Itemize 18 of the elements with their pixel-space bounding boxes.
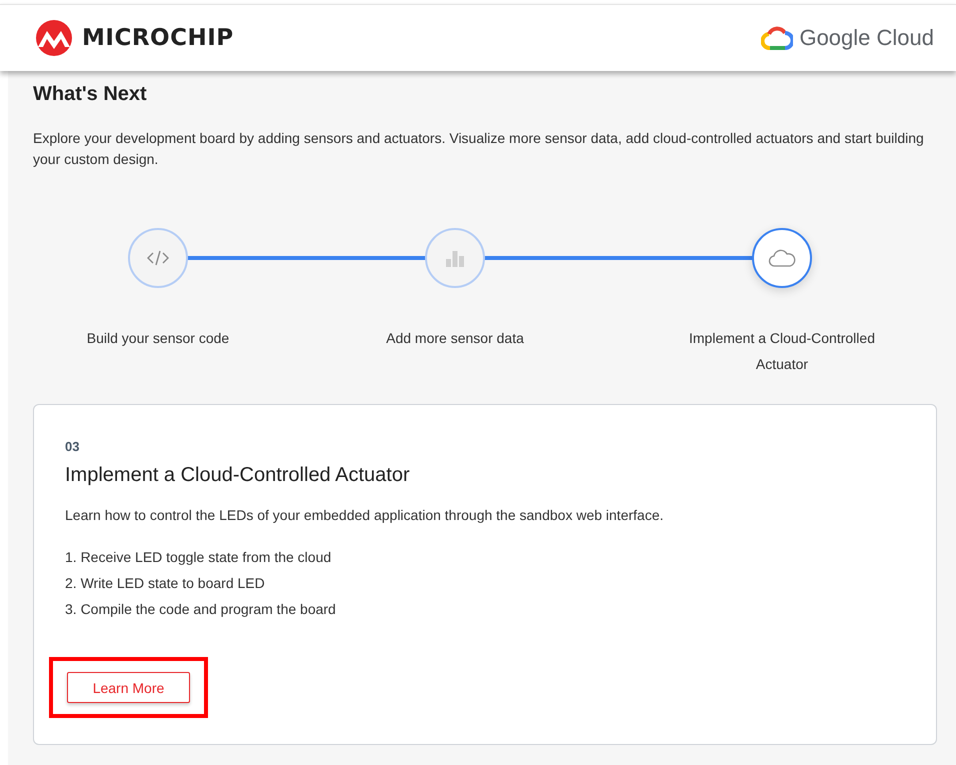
card-title: Implement a Cloud-Controlled Actuator xyxy=(65,464,410,487)
step-number: 03 xyxy=(65,439,80,454)
step-item: 1. Receive LED toggle state from the cloud xyxy=(65,549,332,565)
cloud-logo-icon xyxy=(761,26,794,50)
step-item: 3. Compile the code and program the board xyxy=(65,601,336,617)
card-description: Learn how to control the LEDs of your embedded application through the sandbox web interface. xyxy=(65,507,664,523)
intro-text: Explore your development board by adding sensors and actuators. Visualize more sensor data, add cloud-controlled actuators and start building your custom design. xyxy=(33,129,925,169)
partner-name: Google Cloud xyxy=(799,25,934,51)
section-title: What's Next xyxy=(33,83,148,106)
code-icon xyxy=(147,250,169,266)
step-item: 2. Write LED state to board LED xyxy=(65,575,266,591)
step-label: Add more sensor data xyxy=(385,329,525,348)
step-label: Implement a Cloud-Controlled Actuator xyxy=(688,329,876,374)
cloud-icon xyxy=(768,249,796,267)
learn-more-button[interactable]: Learn More xyxy=(67,672,190,703)
brand-name: MICROCHIP xyxy=(82,25,234,51)
step-label: Build your sensor code xyxy=(86,329,230,348)
bar-chart-icon xyxy=(445,249,465,267)
